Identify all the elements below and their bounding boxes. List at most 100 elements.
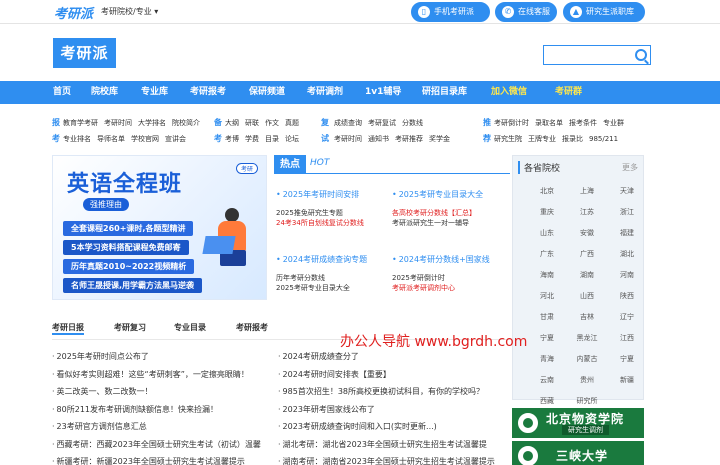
quick-link[interactable]: 研究生院 [494, 135, 522, 143]
province-link[interactable]: 研究所 [567, 396, 607, 406]
nav-majors[interactable]: 专业库 [141, 81, 168, 104]
nav-group[interactable]: 考研群 [555, 81, 582, 104]
quick-link[interactable]: 学费 [245, 135, 259, 143]
province-link[interactable]: 湖南 [567, 270, 607, 280]
province-link[interactable]: 陕西 [607, 291, 647, 301]
province-link[interactable]: 内蒙古 [567, 354, 607, 364]
province-link[interactable]: 重庆 [527, 207, 567, 217]
province-link[interactable]: 湖北 [607, 249, 647, 259]
quick-link[interactable]: 通知书 [368, 135, 389, 143]
province-link[interactable]: 山东 [527, 228, 567, 238]
nav-adjustment[interactable]: 考研调剂 [307, 81, 343, 104]
quick-link[interactable]: 真题 [285, 119, 299, 127]
hot-link[interactable]: 24考34所自划线复试分数线 [276, 218, 388, 228]
site-logo-small[interactable]: 考研派 [54, 3, 93, 22]
quick-link[interactable]: 学校官网 [131, 135, 159, 143]
province-link[interactable]: 西藏 [527, 396, 567, 406]
quick-link[interactable]: 大学排名 [138, 119, 166, 127]
quick-link[interactable]: 专业群 [603, 119, 624, 127]
university-banner[interactable]: 三峡大学 [512, 441, 644, 465]
province-link[interactable]: 宁夏 [527, 333, 567, 343]
hot-link[interactable]: 考研派研究生一对一辅导 [392, 218, 504, 228]
hot-link[interactable]: 2025推免研究生专题 [276, 208, 388, 218]
quick-link[interactable]: 论坛 [285, 135, 299, 143]
province-link[interactable]: 江西 [607, 333, 647, 343]
hot-headline[interactable]: 2025年考研时间安排 [276, 189, 388, 200]
quick-link[interactable]: 专业排名 [63, 135, 91, 143]
news-item[interactable]: 湖北考研：湖北省2023年全国硕士研究生招生考试温馨提 [278, 439, 487, 450]
quick-link[interactable]: 考研复试 [368, 119, 396, 127]
tab-review[interactable]: 考研复习 [114, 322, 146, 333]
tab-catalog[interactable]: 专业目录 [174, 322, 206, 333]
nav-home[interactable]: 首页 [53, 81, 71, 104]
news-item[interactable]: 西藏考研：西藏2023年全国硕士研究生考试（初试）温馨 [52, 439, 261, 450]
search-icon[interactable] [635, 49, 647, 61]
quick-link[interactable]: 成绩查询 [334, 119, 362, 127]
province-link[interactable]: 甘肃 [527, 312, 567, 322]
news-item[interactable]: 英二改英一、数二改数一！ [52, 386, 153, 397]
province-link[interactable]: 天津 [607, 186, 647, 196]
province-link[interactable]: 黑龙江 [567, 333, 607, 343]
news-item[interactable]: 23考研官方调剂信息汇总 [52, 421, 147, 432]
nav-schools[interactable]: 院校库 [91, 81, 118, 104]
hot-headline[interactable]: 2024考研分数线+国家线 [392, 254, 504, 265]
province-link[interactable]: 海南 [527, 270, 567, 280]
province-more-link[interactable]: 更多 [622, 162, 638, 173]
quick-link[interactable]: 院校简介 [172, 119, 200, 127]
province-link[interactable]: 河北 [527, 291, 567, 301]
nav-catalog[interactable]: 研招目录库 [422, 81, 467, 104]
hot-headline[interactable]: 2024考研成绩查询专题 [276, 254, 388, 265]
quick-link[interactable]: 考研倒计时 [494, 119, 529, 127]
hot-link[interactable]: 各高校考研分数线【汇总】 [392, 208, 504, 218]
quick-link[interactable]: 报录比 [562, 135, 583, 143]
hot-link[interactable]: 2025考研专业目录大全 [276, 283, 388, 293]
promo-banner[interactable]: 英语全程班 考研 强推理由 全套课程260+课时,各题型精讲 5本学习资料搭配课… [52, 155, 267, 300]
province-link[interactable]: 上海 [567, 186, 607, 196]
quick-link[interactable]: 目录 [265, 135, 279, 143]
province-link[interactable]: 吉林 [567, 312, 607, 322]
province-link[interactable]: 宁夏 [607, 354, 647, 364]
province-link[interactable]: 辽宁 [607, 312, 647, 322]
hot-link[interactable]: 2025考研倒计时 [392, 273, 504, 283]
province-link[interactable]: 江苏 [567, 207, 607, 217]
mobile-site-button[interactable]: ▯ 手机考研派 [411, 2, 490, 22]
province-link[interactable]: 青海 [527, 354, 567, 364]
province-link[interactable]: 山西 [567, 291, 607, 301]
tab-daily[interactable]: 考研日报 [52, 322, 84, 335]
news-item[interactable]: 看似好考实则超难！这些“考研刺客”，一定擦亮眼睛！ [52, 369, 249, 380]
site-logo[interactable]: 考研派 [53, 38, 116, 68]
search-input[interactable] [543, 45, 651, 65]
quick-link[interactable]: 导师名单 [97, 135, 125, 143]
news-item[interactable]: 湖南考研：湖南省2023年全国硕士研究生招生考试温馨提示 [278, 456, 495, 465]
quick-link[interactable]: 作文 [265, 119, 279, 127]
nav-tutoring[interactable]: 1v1辅导 [365, 81, 401, 104]
news-item[interactable]: 2023年研考国家线公布了 [278, 404, 375, 415]
province-link[interactable]: 北京 [527, 186, 567, 196]
hot-headline[interactable]: 2025考研专业目录大全 [392, 189, 504, 200]
news-item[interactable]: 新疆考研：新疆2023年全国硕士研究生考试温馨提示 [52, 456, 245, 465]
news-item[interactable]: 985首次招生！38所高校更换初试科目，有你的学校吗？ [278, 386, 484, 397]
nav-recommendation[interactable]: 保研频道 [249, 81, 285, 104]
quick-link[interactable]: 宣讲会 [165, 135, 186, 143]
nav-application[interactable]: 考研报考 [190, 81, 226, 104]
province-link[interactable]: 安徽 [567, 228, 607, 238]
quick-link[interactable]: 考博 [225, 135, 239, 143]
province-link[interactable]: 新疆 [607, 375, 647, 385]
province-link[interactable]: 广东 [527, 249, 567, 259]
province-link[interactable]: 福建 [607, 228, 647, 238]
quick-link[interactable]: 教育学考研 [63, 119, 98, 127]
nav-wechat[interactable]: 加入微信 [491, 81, 527, 104]
quick-link[interactable]: 分数线 [402, 119, 423, 127]
news-item[interactable]: 80所211发布考研调剂缺额信息！快来捡漏！ [52, 404, 218, 415]
quick-link[interactable]: 985/211 [589, 135, 618, 143]
quick-link[interactable]: 王牌专业 [528, 135, 556, 143]
tab-application[interactable]: 考研报考 [236, 322, 268, 333]
quick-link[interactable]: 奖学金 [429, 135, 450, 143]
province-link[interactable]: 河南 [607, 270, 647, 280]
news-item[interactable]: 2025年考研时间点公布了 [52, 351, 149, 362]
quick-link[interactable]: 考研时间 [334, 135, 362, 143]
news-item[interactable]: 2024考研时间安排表【重要】 [278, 369, 391, 380]
hot-link[interactable]: 考研派考研调剂中心 [392, 283, 504, 293]
quick-link[interactable]: 考研推荐 [395, 135, 423, 143]
quick-link[interactable]: 大纲 [225, 119, 239, 127]
